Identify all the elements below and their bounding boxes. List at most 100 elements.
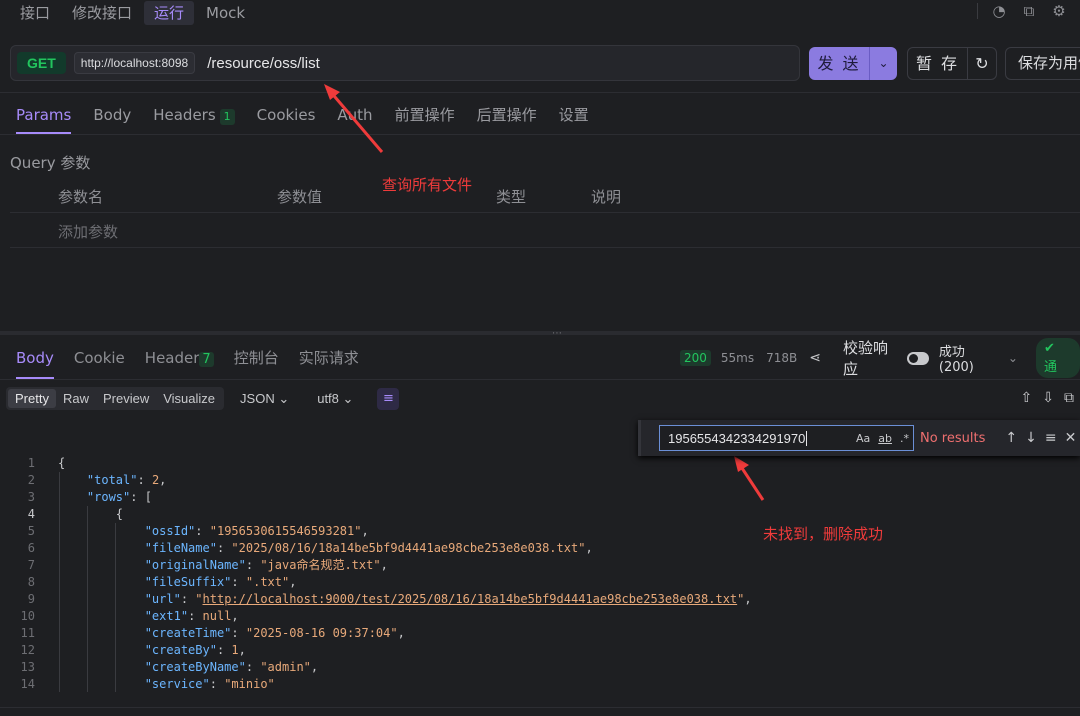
code-line: 8 "fileSuffix": ".txt",	[0, 574, 1080, 591]
code-line: 11 "createTime": "2025-08-16 09:37:04",	[0, 625, 1080, 642]
wrap-lines-icon[interactable]: ≡	[377, 387, 400, 410]
share-icon[interactable]: ⋖	[809, 350, 821, 366]
line-number: 4	[27, 507, 35, 521]
code-line: 10 "ext1": null,	[0, 608, 1080, 625]
chevron-down-icon[interactable]: ⌄	[1008, 351, 1018, 365]
tab-response-body[interactable]: Body	[16, 345, 54, 379]
indent-guide	[87, 506, 88, 692]
format-visualize[interactable]: Visualize	[156, 389, 222, 408]
line-number: 3	[27, 490, 35, 504]
line-text: "createTime": "2025-08-16 09:37:04",	[144, 626, 405, 640]
text-caret	[806, 430, 808, 446]
code-line: 9 "url": "http://localhost:9000/test/202…	[0, 591, 1080, 608]
code-line: 3 "rows": [	[0, 489, 1080, 506]
format-raw[interactable]: Raw	[56, 389, 96, 408]
indent-guide	[59, 472, 60, 692]
line-number: 1	[27, 456, 35, 470]
toggle-switch[interactable]	[906, 351, 929, 365]
arrow-up-icon[interactable]: ↑	[1005, 430, 1017, 446]
line-text: {	[58, 456, 66, 470]
line-number: 14	[20, 677, 35, 691]
find-options: Aa ab .*	[856, 432, 909, 445]
panel-splitter[interactable]	[0, 331, 1080, 335]
code-line: 2 "total": 2,	[0, 472, 1080, 489]
close-icon[interactable]: ✕	[1065, 430, 1077, 446]
line-text: "fileSuffix": ".txt",	[144, 575, 297, 589]
code-line: 7 "originalName": "java命名规范.txt",	[0, 557, 1080, 574]
format-preview[interactable]: Preview	[96, 389, 156, 408]
line-text: "originalName": "java命名规范.txt",	[144, 558, 388, 572]
format-pretty[interactable]: Pretty	[8, 389, 56, 408]
drag-handle-icon[interactable]: ⋯	[552, 329, 562, 339]
line-text: "fileName": "2025/08/16/18a14be5bf9d4441…	[144, 541, 593, 555]
find-result-status: No results	[920, 430, 986, 446]
line-text: "ext1": null,	[144, 609, 239, 623]
line-number: 13	[20, 660, 35, 674]
format-select-value: JSON	[240, 390, 275, 406]
line-number: 10	[20, 609, 35, 623]
find-in-selection-icon[interactable]: ≡	[1045, 430, 1057, 446]
status-badge: 200	[680, 350, 711, 366]
code-line: 14 "service": "minio"	[0, 676, 1080, 693]
indent-guide	[115, 523, 116, 692]
response-tab-bar: Body Cookie Header 7 控制台 实际请求	[16, 345, 379, 379]
line-text: "url": "http://localhost:9000/test/2025/…	[144, 592, 752, 606]
line-text: "total": 2,	[86, 473, 167, 487]
line-number: 8	[27, 575, 35, 589]
pass-label: 通	[1043, 360, 1057, 375]
regex-icon[interactable]: .*	[900, 432, 909, 445]
verify-label: 校验响应	[843, 339, 889, 378]
tab-label: Cookie	[73, 349, 125, 367]
line-text: "ossId": "1956530615546593281",	[144, 524, 369, 538]
tab-label: Header	[144, 349, 200, 367]
response-actions: ⇧ ⇩ ⧉	[1021, 390, 1074, 406]
tab-label: 控制台	[233, 349, 279, 367]
encoding-select[interactable]: utf8 ⌄	[317, 391, 353, 407]
code-line: 13 "createByName": "admin",	[0, 659, 1080, 676]
tab-response-header[interactable]: Header 7	[145, 345, 214, 379]
find-query: 1956554342334291970	[668, 430, 806, 446]
download-icon[interactable]: ⇩	[1042, 390, 1054, 406]
match-case-icon[interactable]: Aa	[856, 432, 870, 445]
response-time: 55ms	[720, 351, 755, 365]
find-navigation: ↑ ↓ ≡ ✕	[1005, 430, 1076, 446]
code-line: 5 "ossId": "1956530615546593281",	[0, 523, 1080, 540]
line-text: "createByName": "admin",	[144, 660, 319, 674]
tab-actual-request[interactable]: 实际请求	[299, 345, 359, 379]
response-status-bar: 200 55ms 718B ⋖ 校验响应 成功 (200) ⌄ ✔ 通	[680, 338, 1080, 378]
count-badge: 7	[199, 352, 214, 367]
code-line: 6 "fileName": "2025/08/16/18a14be5bf9d44…	[0, 540, 1080, 557]
code-line: 12 "createBy": 1,	[0, 642, 1080, 659]
divider	[0, 707, 1080, 708]
line-number: 9	[27, 592, 35, 606]
code-line: 1{	[0, 455, 1080, 472]
arrow-down-icon[interactable]: ↓	[1025, 430, 1037, 446]
line-number: 11	[20, 626, 35, 640]
format-select[interactable]: JSON ⌄	[240, 391, 289, 407]
annotation-arrow-1	[324, 84, 384, 153]
find-input[interactable]: 1956554342334291970 Aa ab .*	[659, 425, 914, 451]
copy-icon[interactable]: ⧉	[1064, 390, 1074, 406]
success-select[interactable]: 成功 (200)	[939, 341, 1004, 375]
whole-word-icon[interactable]: ab	[878, 432, 892, 445]
line-text: "service": "minio"	[144, 677, 275, 691]
find-widget: 1956554342334291970 Aa ab .* No results …	[638, 420, 1080, 456]
line-number: 5	[27, 524, 35, 538]
format-tabs: Pretty Raw Preview Visualize	[6, 387, 225, 410]
divider	[0, 379, 1080, 380]
verify-response-toggle[interactable]: 校验响应	[843, 337, 929, 379]
tab-label: 实际请求	[298, 349, 359, 367]
tab-label: Body	[16, 349, 54, 367]
line-number: 2	[27, 473, 35, 487]
line-number: 12	[20, 643, 35, 657]
line-text: "rows": [	[86, 490, 152, 504]
tab-console[interactable]: 控制台	[234, 345, 279, 379]
upload-icon[interactable]: ⇧	[1021, 390, 1033, 406]
line-number: 6	[27, 541, 35, 555]
response-body-code: 1{2 "total": 2, 3 "rows": [4 {5 "ossId": …	[0, 455, 1080, 693]
format-toolbar: Pretty Raw Preview Visualize JSON ⌄ utf8…	[6, 387, 400, 410]
response-size: 718B	[766, 351, 798, 365]
tab-response-cookie[interactable]: Cookie	[74, 345, 125, 379]
pass-badge: ✔ 通	[1035, 338, 1080, 378]
line-number: 7	[27, 558, 35, 572]
